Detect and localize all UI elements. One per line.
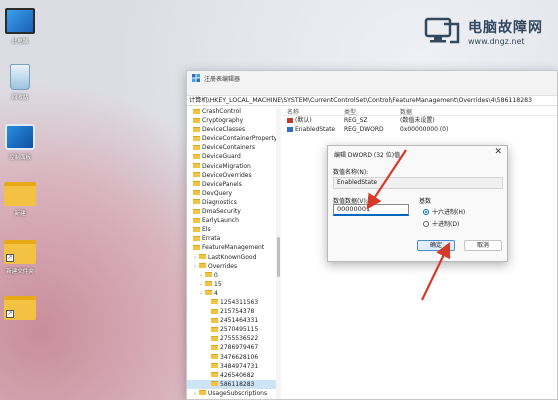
arrow-to-value-input — [366, 149, 407, 210]
annotation-arrows — [366, 149, 451, 301]
arrow-to-ok-button — [421, 242, 451, 301]
